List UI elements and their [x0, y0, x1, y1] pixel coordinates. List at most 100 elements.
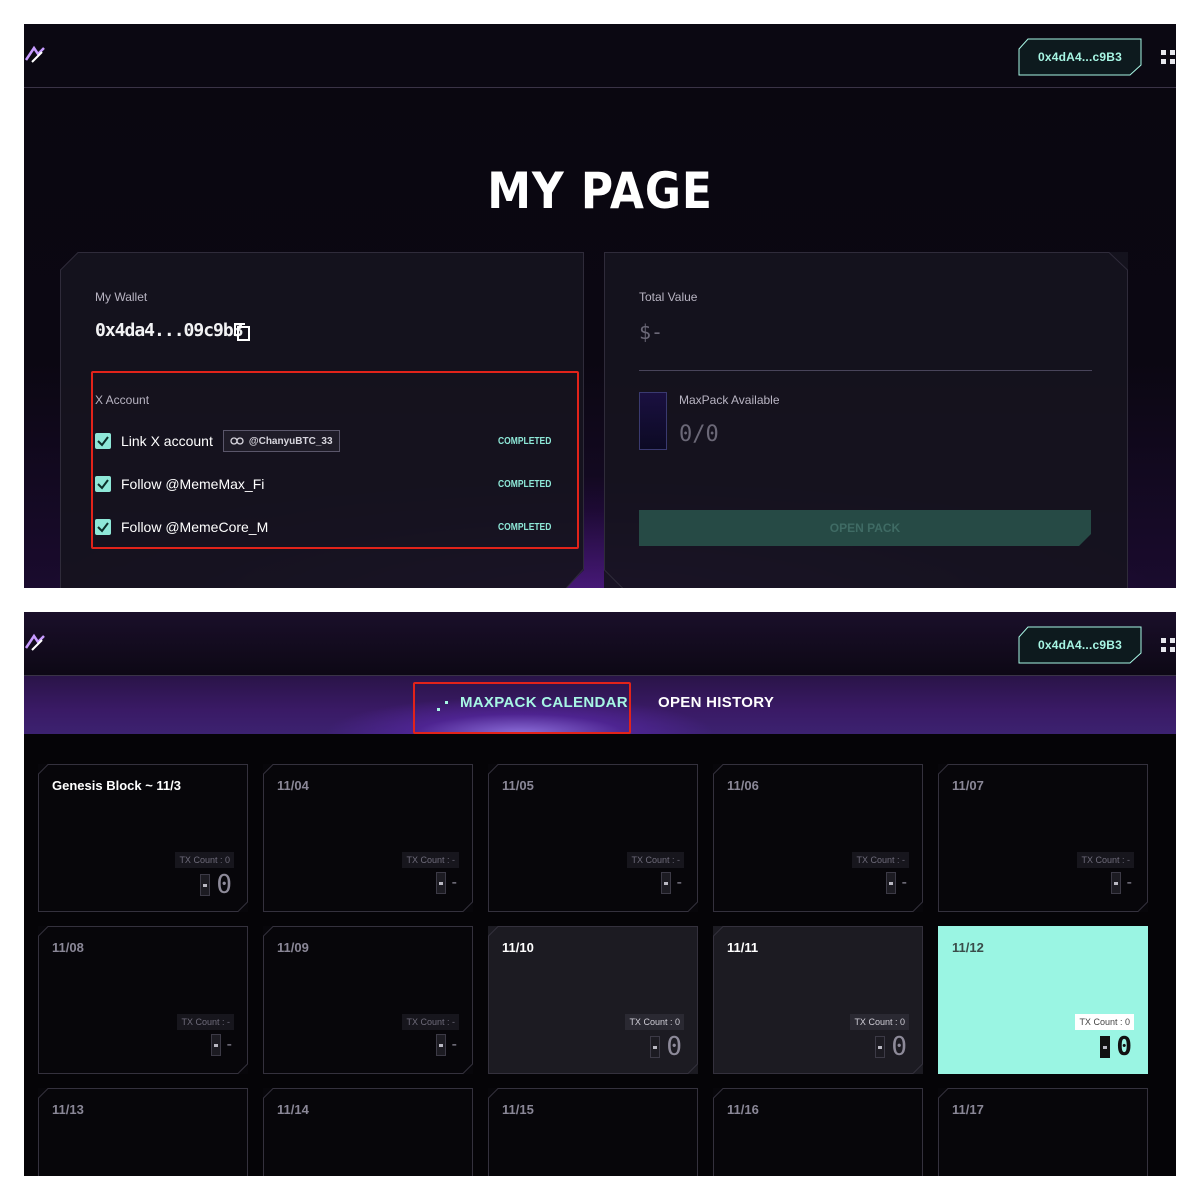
- cell-date: 11/11: [727, 940, 759, 955]
- pack-count: -: [1110, 872, 1132, 894]
- tx-count-label: TX Count :: [1079, 1017, 1123, 1027]
- pack-count: 0: [1100, 1034, 1132, 1060]
- memecore-logo-icon[interactable]: [24, 44, 46, 66]
- calendar-day-cell[interactable]: 11/06 TX Count : --: [713, 764, 923, 912]
- cell-date: 11/05: [502, 778, 534, 793]
- maxpack-mini-icon: [650, 1036, 661, 1058]
- calendar-day-cell[interactable]: 11/13TX Count : --: [38, 1088, 248, 1176]
- calendar-day-cell[interactable]: 11/16TX Count : --: [713, 1088, 923, 1176]
- cell-date: 11/12: [952, 940, 984, 955]
- calendar-day-cell[interactable]: 11/10 TX Count : 0 0: [488, 926, 698, 1074]
- tx-count-badge: TX Count : -: [402, 1014, 459, 1030]
- maxpack-calendar-screen: 0x4dA4...c9B3 MAXPACK CALENDAR OPEN HIST…: [24, 612, 1176, 1176]
- maxpack-available-value: 0/0: [679, 422, 719, 447]
- pack-count: 0: [650, 1034, 682, 1060]
- cell-date: 11/17: [952, 1102, 984, 1117]
- tx-count-value: 0: [674, 1017, 680, 1027]
- top-navigation-bar: 0x4dA4...c9B3: [24, 612, 1176, 676]
- tx-count-value: -: [1127, 855, 1130, 865]
- tx-count-badge: TX Count : -: [402, 852, 459, 868]
- cell-date: 11/07: [952, 778, 984, 793]
- pack-count-value: -: [1126, 874, 1132, 891]
- tx-count-value: 0: [1124, 1017, 1130, 1027]
- pack-count-value: 0: [1116, 1032, 1132, 1062]
- tx-count-badge: TX Count : -: [852, 852, 909, 868]
- tx-count-label: TX Count :: [629, 1017, 673, 1027]
- tx-count-label: TX Count :: [181, 1017, 225, 1027]
- pack-count: -: [435, 1034, 457, 1056]
- grid-menu-icon[interactable]: [1160, 637, 1176, 653]
- calendar-day-cell[interactable]: 11/14TX Count : --: [263, 1088, 473, 1176]
- top-navigation-bar: 0x4dA4...c9B3: [24, 24, 1176, 88]
- tx-count-label: TX Count :: [854, 1017, 898, 1027]
- wallet-address: 0x4da4...09c9b3: [95, 320, 244, 341]
- calendar-day-cell[interactable]: 11/12 TX Count : 00: [938, 926, 1148, 1074]
- pack-count-value: -: [676, 874, 682, 891]
- pack-count: -: [660, 872, 682, 894]
- tx-count-badge: TX Count : 0: [850, 1014, 909, 1030]
- wallet-address-button[interactable]: 0x4dA4...c9B3: [1018, 626, 1142, 664]
- maxpack-mini-icon: [1110, 872, 1121, 894]
- pack-count: 0: [875, 1034, 907, 1060]
- grid-menu-icon[interactable]: [1160, 49, 1176, 65]
- maxpack-mini-icon: [875, 1036, 886, 1058]
- wallet-address-button[interactable]: 0x4dA4...c9B3: [1018, 38, 1142, 76]
- tx-count-value: 0: [899, 1017, 905, 1027]
- pack-count: 0: [200, 872, 232, 898]
- maxpack-mini-icon: [435, 1034, 446, 1056]
- calendar-day-cell[interactable]: Genesis Block ~ 11/3 TX Count : 00: [38, 764, 248, 912]
- pack-count: -: [435, 872, 457, 894]
- divider: [639, 370, 1092, 371]
- tx-count-badge: TX Count : 0: [1075, 1014, 1134, 1030]
- calendar-day-cell[interactable]: 11/11 TX Count : 00: [713, 926, 923, 1074]
- calendar-day-cell[interactable]: 11/09 TX Count : --: [263, 926, 473, 1074]
- my-page-screen: 0x4dA4...c9B3 MY PAGE My Wallet 0x4da4..…: [24, 24, 1176, 588]
- cell-date: 11/04: [277, 778, 309, 793]
- maxpack-mini-icon: [1100, 1036, 1111, 1058]
- tx-count-label: TX Count :: [856, 855, 900, 865]
- tx-count-value: 0: [224, 855, 230, 865]
- tx-count-value: -: [677, 855, 680, 865]
- wallet-address-label: 0x4dA4...c9B3: [1038, 50, 1122, 64]
- open-pack-button[interactable]: OPEN PACK: [639, 510, 1091, 546]
- total-value: $-: [639, 320, 664, 344]
- cell-date: 11/14: [277, 1102, 309, 1117]
- cell-date: Genesis Block ~ 11/3: [52, 778, 181, 793]
- calendar-day-cell[interactable]: 11/15TX Count : --: [488, 1088, 698, 1176]
- calendar-day-cell[interactable]: 11/07 TX Count : - -: [938, 764, 1148, 912]
- pack-count-value: 0: [891, 1032, 907, 1062]
- x-account-highlight-box: [91, 371, 579, 549]
- copy-icon[interactable]: [233, 322, 251, 342]
- pack-count-value: 0: [666, 1032, 682, 1062]
- maxpack-mini-icon: [435, 872, 446, 894]
- tx-count-badge: TX Count : -: [177, 1014, 234, 1030]
- calendar-day-cell[interactable]: 11/17TX Count : --: [938, 1088, 1148, 1176]
- tx-count-value: -: [452, 855, 455, 865]
- tx-count-label: TX Count :: [1081, 855, 1125, 865]
- memecore-logo-icon[interactable]: [24, 632, 46, 654]
- calendar-day-cell[interactable]: 11/08 TX Count : --: [38, 926, 248, 1074]
- pack-count-value: 0: [216, 870, 232, 900]
- maxpack-mini-icon: [210, 1034, 221, 1056]
- calendar-day-cell[interactable]: 11/04 TX Count : --: [263, 764, 473, 912]
- maxpack-mini-icon: [660, 872, 671, 894]
- pack-count-value: -: [901, 874, 907, 891]
- calendar-tab-highlight-box: [413, 682, 631, 734]
- tx-count-label: TX Count :: [406, 1017, 450, 1027]
- page-title: MY PAGE: [487, 162, 713, 220]
- tx-count-badge: TX Count : 0: [175, 852, 234, 868]
- tx-count-label: TX Count :: [631, 855, 675, 865]
- maxpack-image: [639, 392, 667, 450]
- tx-count-value: -: [452, 1017, 455, 1027]
- tx-count-badge: TX Count : -: [627, 852, 684, 868]
- tx-count-value: -: [227, 1017, 230, 1027]
- pack-count-value: -: [451, 1036, 457, 1053]
- pack-count: -: [210, 1034, 232, 1056]
- calendar-day-cell[interactable]: 11/05 TX Count : --: [488, 764, 698, 912]
- cell-date: 11/10: [502, 940, 534, 955]
- maxpack-mini-icon: [200, 874, 211, 896]
- maxpack-available-label: MaxPack Available: [679, 393, 780, 407]
- tab-open-history[interactable]: OPEN HISTORY: [658, 694, 774, 711]
- tx-count-label: TX Count :: [406, 855, 450, 865]
- pack-count-value: -: [226, 1036, 232, 1053]
